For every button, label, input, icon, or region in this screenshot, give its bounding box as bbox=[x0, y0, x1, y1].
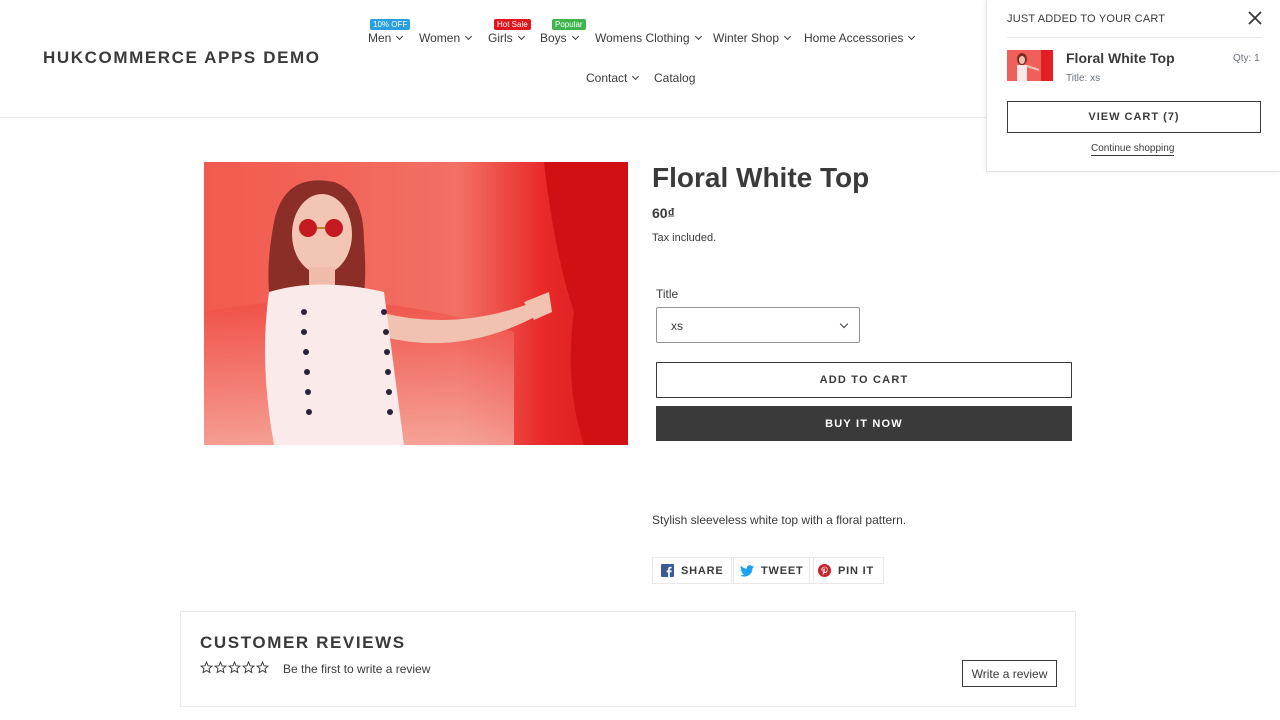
share-label: PIN IT bbox=[838, 564, 874, 577]
nav-item-boys[interactable]: Boys bbox=[540, 31, 579, 45]
cart-popup-heading: JUST ADDED TO YOUR CART bbox=[1007, 13, 1166, 25]
product-price: 60₫ bbox=[652, 205, 675, 221]
variant-select-value: xs bbox=[671, 319, 683, 333]
variant-label: Title bbox=[656, 287, 679, 301]
nav-item-girls[interactable]: Girls bbox=[488, 31, 525, 45]
write-review-button[interactable]: Write a review bbox=[962, 660, 1057, 687]
variant-select[interactable]: xs bbox=[656, 307, 860, 343]
nav-badge-men: 10% OFF bbox=[370, 19, 411, 30]
nav-label: Women bbox=[419, 31, 461, 45]
nav-badge-boys: Popular bbox=[552, 19, 586, 30]
continue-shopping-link[interactable]: Continue shopping bbox=[1091, 143, 1175, 156]
chevron-down-icon bbox=[571, 32, 579, 41]
nav-label: Boys bbox=[540, 31, 567, 45]
nav-item-women[interactable]: Women bbox=[419, 31, 473, 45]
cart-product-variant: Title: xs bbox=[1066, 73, 1101, 84]
share-twitter-button[interactable]: TWEET bbox=[731, 557, 814, 584]
nav-label: Girls bbox=[488, 31, 513, 45]
view-cart-button[interactable]: VIEW CART (7) bbox=[1007, 101, 1261, 133]
share-pinterest-button[interactable]: PIN IT bbox=[809, 557, 884, 584]
product-title: Floral White Top bbox=[652, 162, 870, 193]
nav-item-home-accessories[interactable]: Home Accessories bbox=[804, 31, 916, 45]
nav-label: Home Accessories bbox=[804, 31, 904, 45]
buy-it-now-button[interactable]: BUY IT NOW bbox=[656, 406, 1072, 441]
close-icon[interactable] bbox=[1247, 10, 1263, 26]
cart-product-thumbnail bbox=[1007, 50, 1053, 81]
divider bbox=[1007, 37, 1261, 38]
nav-label: Men bbox=[368, 31, 392, 45]
facebook-icon bbox=[661, 564, 674, 577]
twitter-icon bbox=[740, 564, 754, 577]
product-image[interactable] bbox=[204, 162, 628, 445]
chevron-down-icon bbox=[783, 32, 792, 41]
cart-product-qty: Qty: 1 bbox=[1233, 53, 1260, 64]
chevron-down-icon bbox=[694, 32, 702, 41]
nav-item-womens-clothing[interactable]: Womens Clothing bbox=[595, 31, 702, 45]
chevron-down-icon bbox=[908, 32, 916, 41]
share-label: TWEET bbox=[761, 564, 804, 577]
cart-product-title: Floral White Top bbox=[1066, 50, 1175, 66]
share-facebook-button[interactable]: SHARE bbox=[652, 557, 734, 584]
star-empty-icon bbox=[242, 661, 255, 674]
site-logo[interactable]: HUKCOMMERCE APPS DEMO bbox=[43, 48, 321, 68]
nav-item-contact[interactable]: Contact bbox=[586, 71, 640, 85]
cart-popup: JUST ADDED TO YOUR CART Floral White Top… bbox=[986, 0, 1280, 172]
nav-badge-girls: Hot Sale bbox=[494, 19, 531, 30]
star-rating bbox=[200, 661, 269, 674]
nav-label: Winter Shop bbox=[713, 31, 780, 45]
nav-item-winter-shop[interactable]: Winter Shop bbox=[713, 31, 792, 45]
star-empty-icon bbox=[200, 661, 213, 674]
nav-item-men[interactable]: Men bbox=[368, 31, 404, 45]
chevron-down-icon bbox=[465, 32, 473, 41]
chevron-down-icon bbox=[517, 32, 525, 41]
chevron-down-icon bbox=[396, 32, 404, 41]
nav-item-catalog[interactable]: Catalog bbox=[654, 71, 695, 85]
customer-reviews-section: CUSTOMER REVIEWS Be the first to write a… bbox=[180, 611, 1076, 707]
share-label: SHARE bbox=[681, 564, 724, 577]
nav-label: Contact bbox=[586, 71, 628, 85]
product-description: Stylish sleeveless white top with a flor… bbox=[652, 513, 907, 527]
star-empty-icon bbox=[214, 661, 227, 674]
star-empty-icon bbox=[256, 661, 269, 674]
chevron-down-icon bbox=[839, 319, 849, 329]
nav-label: Womens Clothing bbox=[595, 31, 690, 45]
star-empty-icon bbox=[228, 661, 241, 674]
chevron-down-icon bbox=[632, 72, 640, 81]
tax-note: Tax included. bbox=[652, 232, 717, 244]
add-to-cart-button[interactable]: ADD TO CART bbox=[656, 362, 1072, 398]
reviews-title: CUSTOMER REVIEWS bbox=[200, 633, 406, 652]
nav-label: Catalog bbox=[654, 71, 696, 85]
review-cta-text: Be the first to write a review bbox=[283, 662, 431, 676]
pinterest-icon bbox=[818, 564, 831, 577]
